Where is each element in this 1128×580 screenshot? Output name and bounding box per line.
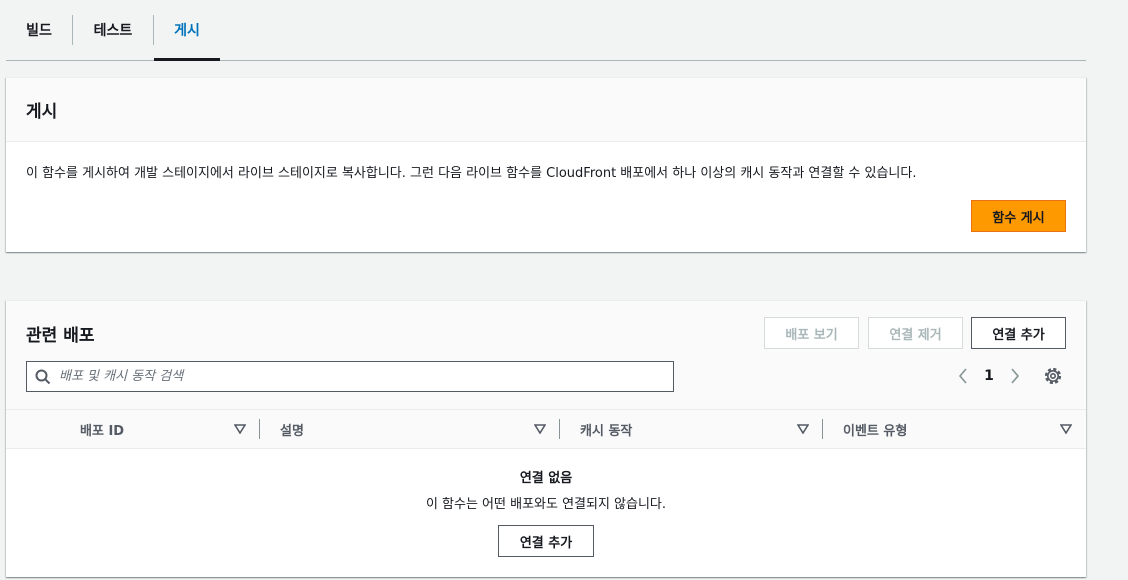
sort-caret-icon[interactable] — [234, 424, 246, 434]
gear-icon[interactable] — [1042, 365, 1064, 387]
publish-panel-header: 게시 — [6, 78, 1086, 142]
empty-state-title: 연결 없음 — [519, 471, 573, 486]
empty-state-description: 이 함수는 어떤 배포와도 연결되지 않습니다. — [425, 497, 667, 512]
publish-description: 이 함수를 게시하여 개발 스테이지에서 라이브 스테이지로 복사합니다. 그런… — [26, 166, 917, 181]
add-association-button[interactable]: 연결 추가 — [971, 317, 1066, 349]
chevron-left-icon[interactable] — [950, 363, 976, 389]
page: 빌드 테스트 게시 게시 이 함수를 게시하여 개발 스테이지에서 라이브 스테… — [0, 0, 1128, 580]
column-header-distribution-id[interactable]: 배포 ID — [80, 410, 124, 448]
pagination: 1 — [950, 363, 1028, 389]
view-distribution-button[interactable]: 배포 보기 — [764, 317, 859, 349]
publish-panel: 게시 이 함수를 게시하여 개발 스테이지에서 라이브 스테이지로 복사합니다.… — [6, 77, 1086, 252]
column-divider — [259, 419, 260, 439]
table-header: 배포 ID 설명 캐시 동작 이벤트 유형 — [6, 409, 1086, 449]
remove-association-button[interactable]: 연결 제거 — [868, 317, 963, 349]
tab-build[interactable]: 빌드 — [6, 0, 72, 60]
empty-add-association-button[interactable]: 연결 추가 — [498, 525, 594, 557]
column-divider — [822, 419, 823, 439]
sort-caret-icon[interactable] — [534, 424, 546, 434]
tab-bar: 빌드 테스트 게시 — [6, 0, 1086, 61]
search-input[interactable] — [59, 363, 673, 390]
search-icon — [27, 362, 59, 391]
tab-test[interactable]: 테스트 — [73, 0, 153, 60]
publish-panel-title: 게시 — [26, 102, 58, 122]
sort-caret-icon[interactable] — [1060, 424, 1072, 434]
column-header-event-type[interactable]: 이벤트 유형 — [843, 410, 907, 448]
column-header-cache-behavior[interactable]: 캐시 동작 — [580, 410, 632, 448]
chevron-right-icon[interactable] — [1002, 363, 1028, 389]
distributions-panel-title: 관련 배포 — [26, 326, 95, 346]
publish-function-button[interactable]: 함수 게시 — [971, 200, 1066, 232]
tab-publish[interactable]: 게시 — [154, 0, 220, 61]
search-box — [26, 361, 674, 392]
page-number[interactable]: 1 — [976, 368, 1002, 384]
column-header-description[interactable]: 설명 — [280, 410, 304, 448]
column-divider — [559, 419, 560, 439]
sort-caret-icon[interactable] — [797, 424, 809, 434]
distributions-panel: 관련 배포 배포 보기 연결 제거 연결 추가 1 — [6, 300, 1086, 577]
